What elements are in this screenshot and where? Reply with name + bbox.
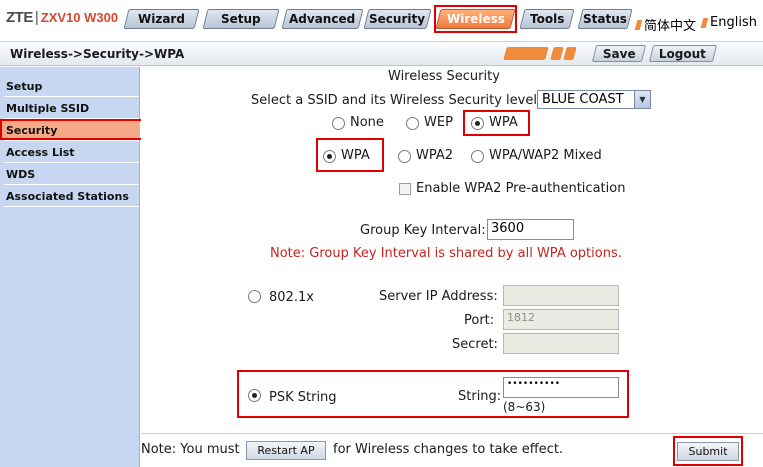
- logout-button[interactable]: Logout: [648, 45, 718, 62]
- radio-wpa-level[interactable]: [471, 117, 484, 130]
- breadcrumb-bar: Wireless->Security->WPA Save Logout: [0, 41, 763, 66]
- chevron-down-icon[interactable]: ▼: [634, 91, 650, 108]
- tab-status[interactable]: Status: [577, 9, 633, 29]
- radio-psk[interactable]: [248, 389, 261, 402]
- radio-wep-label: WEP: [424, 115, 453, 130]
- sidebar-divider: [4, 96, 139, 97]
- sidebar-item-setup[interactable]: Setup: [0, 76, 140, 96]
- radio-wpa2-mode[interactable]: [398, 150, 411, 163]
- page-title: Wireless Security: [388, 69, 500, 84]
- preauth-checkbox[interactable]: [399, 183, 411, 195]
- radio-8021x[interactable]: [248, 290, 261, 303]
- server-ip-input[interactable]: [503, 285, 619, 306]
- sidebar-divider: [4, 118, 139, 119]
- footer-note-suffix: for Wireless changes to take effect.: [333, 442, 564, 457]
- secret-label: Secret:: [452, 337, 498, 352]
- logo-separator: |: [34, 9, 39, 26]
- sidebar-item-security[interactable]: Security: [0, 120, 140, 140]
- port-label: Port:: [464, 313, 495, 328]
- port-input[interactable]: 1812: [503, 309, 619, 330]
- sidebar-divider: [4, 184, 139, 185]
- save-button[interactable]: Save: [591, 45, 647, 62]
- language-marker-icon: [634, 19, 643, 30]
- group-key-input[interactable]: 3600: [487, 219, 574, 240]
- group-key-note: Note: Group Key Interval is shared by al…: [270, 246, 622, 261]
- language-marker-icon: [700, 17, 709, 28]
- radio-wpa-mode-label: WPA: [341, 148, 370, 163]
- decorative-stripe: [503, 47, 549, 60]
- brand-name: ZTE: [6, 9, 33, 26]
- language-english[interactable]: English: [700, 15, 757, 30]
- radio-none-label: None: [350, 115, 384, 130]
- radio-none[interactable]: [332, 117, 345, 130]
- radio-wpa-level-label: WPA: [489, 115, 518, 130]
- secret-input[interactable]: [503, 333, 619, 354]
- psk-length-hint: (8~63): [503, 400, 546, 414]
- model-name: ZXV10 W300: [40, 10, 119, 25]
- sidebar: Setup Multiple SSID Security Access List…: [0, 67, 143, 467]
- top-navigation-bar: ZTE | ZXV10 W300 Wizard Setup Advanced Sec…: [0, 0, 763, 40]
- tab-wizard[interactable]: Wizard: [123, 9, 200, 29]
- sidebar-divider: [4, 206, 139, 207]
- tab-wireless[interactable]: Wireless: [435, 9, 516, 29]
- psk-string-input[interactable]: ••••••••••: [503, 377, 619, 398]
- server-ip-label: Server IP Address:: [379, 289, 498, 304]
- radio-wpa2-mode-label: WPA2: [416, 148, 454, 163]
- tab-tools[interactable]: Tools: [519, 9, 575, 29]
- radio-wpa-mixed-mode-label: WPA/WAP2 Mixed: [489, 148, 602, 163]
- submit-button[interactable]: Submit: [677, 442, 739, 461]
- tab-security[interactable]: Security: [363, 9, 432, 29]
- language-chinese[interactable]: 简体中文: [634, 15, 696, 34]
- decorative-stripe: [563, 47, 577, 60]
- sidebar-item-associated-stations[interactable]: Associated Stations: [0, 186, 140, 206]
- main-content: Wireless Security Select a SSID and its …: [141, 67, 763, 467]
- tab-advanced[interactable]: Advanced: [281, 9, 364, 29]
- tab-setup[interactable]: Setup: [202, 9, 280, 29]
- footer-note-prefix: Note: You must: [141, 442, 240, 457]
- radio-wep[interactable]: [406, 117, 419, 130]
- sidebar-divider: [4, 140, 139, 141]
- sidebar-item-multiple-ssid[interactable]: Multiple SSID: [0, 98, 140, 118]
- zte-logo: ZTE | ZXV10 W300: [6, 9, 118, 26]
- footer-bar: Note: You must Restart AP for Wireless c…: [141, 433, 763, 467]
- ssid-selected-value: BLUE COAST: [542, 92, 624, 107]
- breadcrumb: Wireless->Security->WPA: [10, 47, 185, 61]
- restart-ap-button[interactable]: Restart AP: [246, 441, 326, 460]
- sidebar-divider: [4, 162, 139, 163]
- decorative-stripe: [550, 47, 564, 60]
- radio-wpa-mixed-mode[interactable]: [471, 150, 484, 163]
- ssid-label: Select a SSID and its Wireless Security …: [251, 93, 542, 108]
- radio-wpa-mode[interactable]: [323, 150, 336, 163]
- radio-psk-label: PSK String: [269, 390, 337, 405]
- sidebar-item-access-list[interactable]: Access List: [0, 142, 140, 162]
- group-key-label: Group Key Interval:: [360, 223, 486, 238]
- psk-string-label: String:: [458, 389, 502, 404]
- radio-8021x-label: 802.1x: [269, 290, 314, 305]
- ssid-select[interactable]: BLUE COAST ▼: [537, 90, 651, 109]
- sidebar-item-wds[interactable]: WDS: [0, 164, 140, 184]
- preauth-label: Enable WPA2 Pre-authentication: [416, 181, 626, 196]
